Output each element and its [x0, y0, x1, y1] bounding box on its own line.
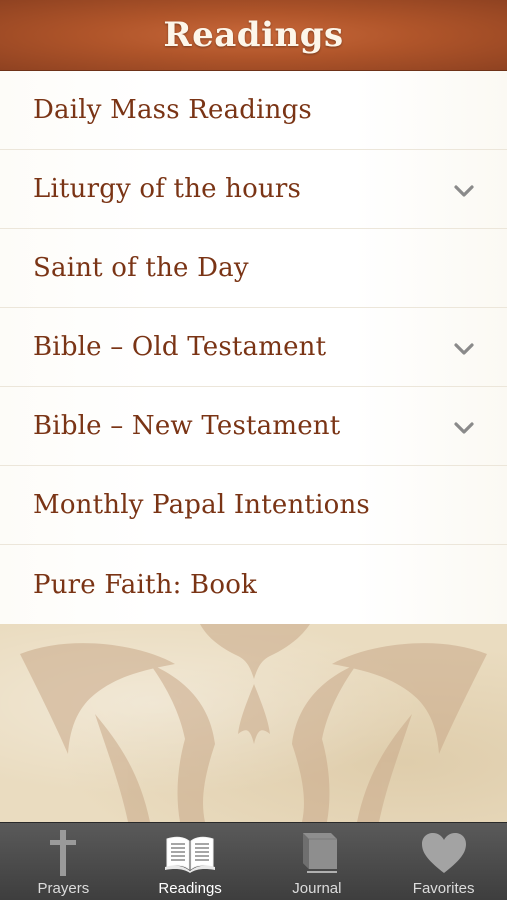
- list-item-saint-of-the-day[interactable]: Saint of the Day: [0, 229, 507, 308]
- list-item-label: Saint of the Day: [33, 253, 249, 283]
- heart-icon: [414, 827, 474, 879]
- parchment-background: [0, 624, 507, 822]
- list-item-label: Monthly Papal Intentions: [33, 490, 370, 520]
- list-item-label: Liturgy of the hours: [33, 174, 302, 204]
- list-item-label: Daily Mass Readings: [33, 95, 312, 125]
- list-item-daily-mass-readings[interactable]: Daily Mass Readings: [0, 71, 507, 150]
- list-item-bible-new-testament[interactable]: Bible – New Testament: [0, 387, 507, 466]
- tab-label: Readings: [158, 880, 222, 897]
- tab-label: Favorites: [412, 880, 475, 897]
- list-item-liturgy-of-the-hours[interactable]: Liturgy of the hours: [0, 150, 507, 229]
- closed-book-icon: [287, 827, 347, 879]
- readings-list: Daily Mass Readings Liturgy of the hours…: [0, 71, 507, 624]
- list-item-bible-old-testament[interactable]: Bible – Old Testament: [0, 308, 507, 387]
- list-item-pure-faith-book[interactable]: Pure Faith: Book: [0, 545, 507, 624]
- list-item-label: Bible – Old Testament: [33, 332, 327, 362]
- tab-bar: Prayers Readings Journal Favorites: [0, 822, 507, 900]
- page-title: Readings: [163, 15, 344, 55]
- nav-bar: Readings: [0, 0, 507, 71]
- list-item-label: Pure Faith: Book: [33, 569, 257, 600]
- chevron-down-icon[interactable]: [453, 180, 475, 202]
- tab-prayers[interactable]: Prayers: [0, 823, 127, 900]
- chevron-down-icon[interactable]: [453, 338, 475, 360]
- open-book-icon: [160, 827, 220, 879]
- cross-icon: [33, 827, 93, 879]
- tab-label: Prayers: [37, 880, 90, 897]
- chevron-down-icon[interactable]: [453, 417, 475, 439]
- tab-favorites[interactable]: Favorites: [380, 823, 507, 900]
- list-item-label: Bible – New Testament: [33, 411, 341, 441]
- tab-readings[interactable]: Readings: [127, 823, 254, 900]
- tab-label: Journal: [292, 880, 342, 897]
- ornament-decoration: [20, 624, 487, 822]
- tab-journal[interactable]: Journal: [254, 823, 381, 900]
- list-item-monthly-papal-intentions[interactable]: Monthly Papal Intentions: [0, 466, 507, 545]
